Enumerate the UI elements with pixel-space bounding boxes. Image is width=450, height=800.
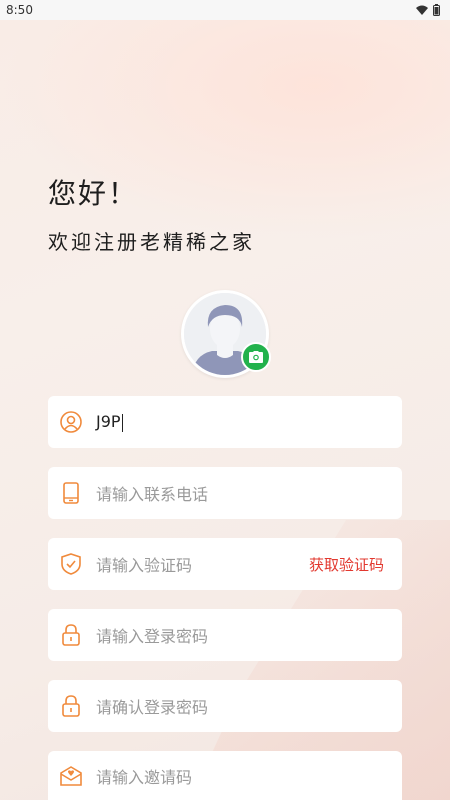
shield-icon [60, 552, 82, 576]
lock-icon [60, 694, 82, 718]
lock-icon [60, 623, 82, 647]
username-field[interactable]: J9P [48, 396, 402, 448]
welcome-subtitle: 欢迎注册老精稀之家 [48, 230, 255, 254]
phone-icon [60, 481, 82, 505]
username-input[interactable]: J9P [96, 412, 402, 432]
invite-field[interactable]: 请输入邀请码 [48, 751, 402, 800]
avatar-uploader[interactable] [181, 290, 271, 378]
invite-input[interactable]: 请输入邀请码 [96, 764, 402, 788]
greeting-title: 您好！ [48, 177, 139, 210]
user-icon [60, 410, 82, 434]
username-value: J9P [96, 412, 121, 432]
status-bar: 8:50 [0, 0, 450, 20]
battery-icon [433, 4, 440, 16]
status-icons [416, 4, 440, 16]
phone-field[interactable]: 请输入联系电话 [48, 467, 402, 519]
phone-input[interactable]: 请输入联系电话 [96, 481, 402, 505]
camera-icon [249, 351, 263, 363]
password-input[interactable]: 请输入登录密码 [96, 623, 402, 647]
confirm-password-field[interactable]: 请确认登录密码 [48, 680, 402, 732]
invite-mail-icon [60, 764, 82, 788]
code-field[interactable]: 请输入验证码 获取验证码 [48, 538, 402, 590]
camera-button[interactable] [241, 342, 271, 372]
get-code-button[interactable]: 获取验证码 [309, 554, 384, 575]
status-time: 8:50 [6, 3, 33, 17]
confirm-password-input[interactable]: 请确认登录密码 [96, 694, 402, 718]
code-input[interactable]: 请输入验证码 [96, 552, 309, 576]
password-field[interactable]: 请输入登录密码 [48, 609, 402, 661]
text-cursor [121, 413, 123, 432]
wifi-icon [416, 5, 428, 15]
